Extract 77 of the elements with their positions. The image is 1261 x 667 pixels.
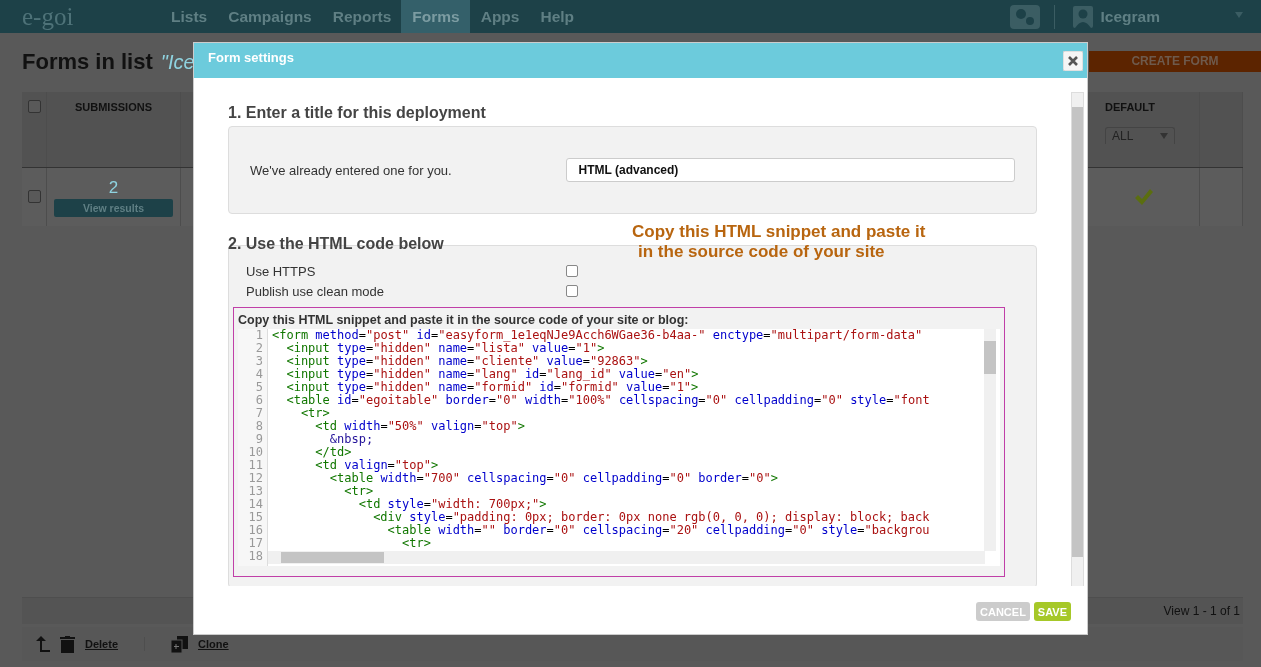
caret-icon <box>1160 133 1168 139</box>
option-label: Publish use clean mode <box>246 283 386 299</box>
snippet-label: Copy this HTML snippet and paste it in the source code of your site or blog: <box>238 313 690 327</box>
view-results-button[interactable]: View results <box>54 199 173 217</box>
line-number: 3 <box>254 355 264 368</box>
save-button[interactable]: SAVE <box>1033 602 1071 621</box>
code-line: <form method="post" id="easyform_1e1eqNJe9Acch6WGae36-b4aa-" enctype="multipart/form-data" <box>272 329 923 342</box>
code-line: <tr> <box>401 536 431 550</box>
caret-icon[interactable] <box>1235 11 1243 18</box>
pager-text: View 1 - 1 of 1 <box>1163 604 1240 618</box>
column-header: DEFAULT <box>1105 101 1155 113</box>
code-line: <input type="hidden" name="lista" value="1"> <box>285 341 605 355</box>
checkbox[interactable] <box>27 190 41 203</box>
create-form-button[interactable]: CREATE FORM <box>1089 50 1261 72</box>
line-number: 14 <box>247 498 264 511</box>
up-arrow-icon[interactable] <box>36 636 50 652</box>
menu-item[interactable]: Lists <box>160 0 218 33</box>
line-number: 2 <box>254 342 264 355</box>
code-line: <td width="50%" valign="top"> <box>314 419 525 433</box>
scrollbar[interactable] <box>268 551 985 564</box>
menu-item[interactable]: Reports <box>321 0 402 33</box>
toolbar-link[interactable]: Delete <box>85 638 119 650</box>
dialog-title: Form settings <box>208 50 294 65</box>
code-line: <table width="700" cellspacing="0" cellpadding="0" border="0"> <box>328 471 778 485</box>
gears-icon[interactable] <box>1009 4 1040 29</box>
section-heading: 2. Use the HTML code below <box>228 235 445 254</box>
code-line: <td valign="top"> <box>314 458 439 472</box>
line-number: 10 <box>247 446 264 459</box>
title-field[interactable]: HTML (advanced) <box>565 158 1015 182</box>
user-icon[interactable] <box>1072 5 1093 28</box>
code-line: &nbsp; <box>329 432 374 446</box>
line-number: 4 <box>254 368 264 381</box>
line-number: 1 <box>254 329 264 342</box>
code-line: <input type="hidden" name="formid" id="formid" value="1"> <box>285 380 699 394</box>
clone-icon[interactable] <box>171 635 189 653</box>
checkbox[interactable] <box>27 100 41 113</box>
line-number: 6 <box>254 394 264 407</box>
code-line: <table id="egoitable" border="0" width="100%" cellspacing="0" cellpadding="0" style="font <box>285 393 930 407</box>
trash-icon[interactable] <box>60 635 75 653</box>
code-line: <div style="padding: 0px; border: 0px none rgb(0, 0, 0); display: block; back <box>372 510 930 524</box>
code-line: </td> <box>314 445 352 459</box>
menu-item[interactable]: Forms <box>401 0 470 33</box>
scrollbar[interactable] <box>984 329 996 551</box>
line-number: 15 <box>247 511 264 524</box>
line-number: 12 <box>247 472 264 485</box>
user-name[interactable]: Icegram <box>1100 7 1160 26</box>
line-number: 17 <box>247 537 264 550</box>
line-number: 7 <box>254 407 264 420</box>
submission-count[interactable]: 2 <box>108 178 119 198</box>
menu-item[interactable]: Help <box>529 0 585 33</box>
code-line: <table width="" border="0" cellspacing="20" cellpadding="0" style="backgrou <box>386 523 930 537</box>
checkbox[interactable] <box>566 265 578 277</box>
menu-item[interactable]: Apps <box>469 0 530 33</box>
line-number: 16 <box>247 524 264 537</box>
checkbox[interactable] <box>566 285 578 297</box>
menu-item[interactable]: Campaigns <box>217 0 322 33</box>
close-icon[interactable] <box>1063 51 1083 71</box>
field-label: We've already entered one for you. <box>250 162 453 178</box>
code-editor[interactable] <box>238 329 1000 566</box>
code-line: <td style="width: 700px;"> <box>357 497 547 511</box>
line-number: 5 <box>254 381 264 394</box>
line-number: 13 <box>247 485 264 498</box>
line-number: 8 <box>254 420 264 433</box>
code-line: <tr> <box>299 406 330 420</box>
code-line: <tr> <box>343 484 374 498</box>
code-line: <input type="hidden" name="cliente" value="92863"> <box>285 354 648 368</box>
scrollbar[interactable] <box>1071 92 1084 586</box>
page-title: Forms in list <box>22 49 153 75</box>
toolbar-link[interactable]: Clone <box>198 638 229 650</box>
line-number: 18 <box>247 550 264 563</box>
line-number: 11 <box>247 459 264 472</box>
option-label: Use HTTPS <box>246 263 317 279</box>
column-header: SUBMISSIONS <box>75 101 152 113</box>
section-heading: 1. Enter a title for this deployment <box>228 104 487 122</box>
line-number: 9 <box>254 433 264 446</box>
code-line: <input type="hidden" name="lang" id="lang_id" value="en"> <box>285 367 699 381</box>
list-name: "Ice <box>160 50 195 74</box>
